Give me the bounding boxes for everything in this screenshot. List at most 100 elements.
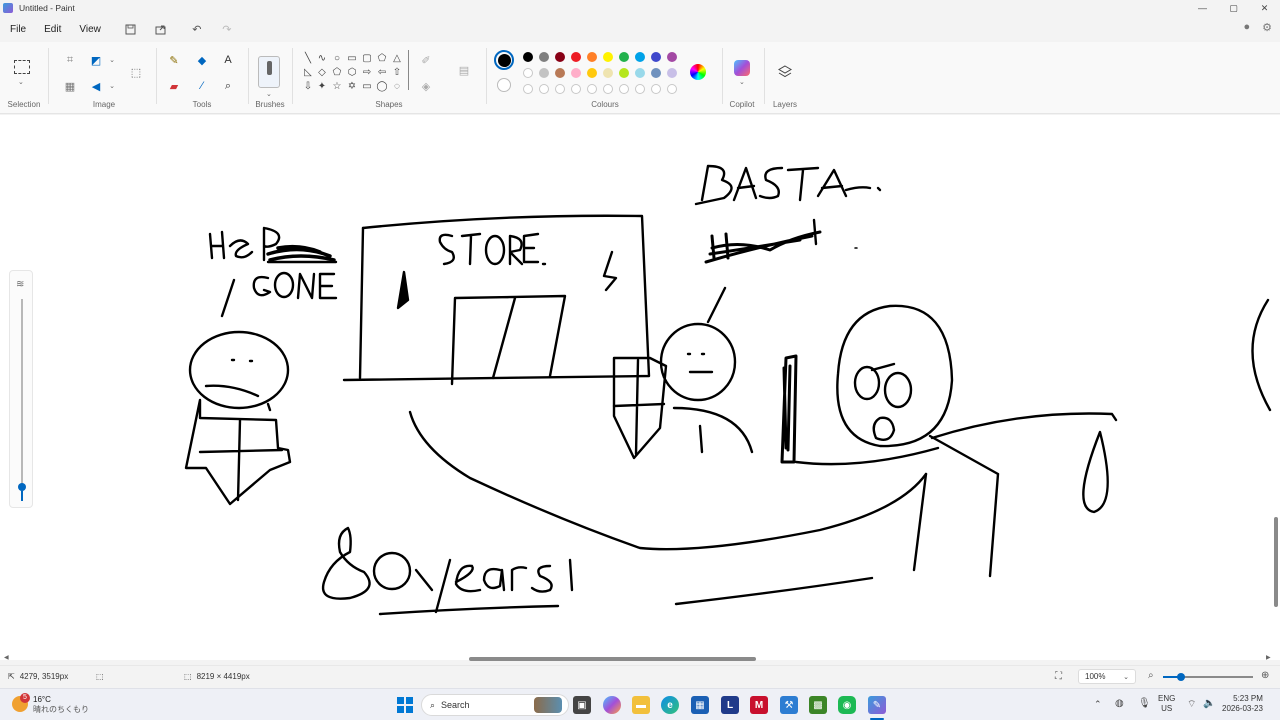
callout-cloud-icon[interactable]: ◌ — [391, 80, 403, 92]
taskbar-search[interactable]: ⌕ Search — [421, 694, 569, 716]
palette-swatch[interactable] — [651, 52, 661, 62]
palette-swatch[interactable] — [539, 52, 549, 62]
left-arrow-shape-icon[interactable]: ⇦ — [376, 66, 388, 78]
rounded-rect-shape-icon[interactable]: ▢ — [361, 52, 373, 64]
zoom-pane-track[interactable] — [21, 299, 23, 501]
palette-swatch[interactable] — [651, 68, 661, 78]
diamond-shape-icon[interactable]: ◇ — [316, 66, 328, 78]
custom-colour-slot[interactable] — [619, 84, 629, 94]
custom-colour-slot[interactable] — [555, 84, 565, 94]
clock[interactable]: 5:23 PM 2026-03-23 — [1222, 694, 1263, 714]
tool-app-icon[interactable]: ⚒ — [780, 696, 798, 714]
hexagon-shape-icon[interactable]: ⬡ — [346, 66, 358, 78]
save-icon[interactable] — [124, 22, 138, 36]
selection-rect-icon[interactable] — [14, 60, 30, 74]
four-point-star-icon[interactable]: ✦ — [316, 80, 328, 92]
edge-icon[interactable]: e — [661, 696, 679, 714]
triangle-shape-icon[interactable]: △ — [391, 52, 403, 64]
zoom-slider-knob[interactable] — [1177, 673, 1185, 681]
zoom-pane-icon[interactable]: ≋ — [16, 279, 24, 290]
zoom-in-icon[interactable]: ⊕ — [1261, 670, 1269, 681]
custom-colour-slot[interactable] — [523, 84, 533, 94]
custom-colour-slot[interactable] — [651, 84, 661, 94]
shape-size-icon[interactable]: ▤ — [456, 62, 472, 78]
palette-swatch[interactable] — [587, 68, 597, 78]
horizontal-scrollbar[interactable] — [469, 657, 756, 661]
palette-swatch[interactable] — [555, 52, 565, 62]
start-icon[interactable] — [397, 697, 413, 713]
up-arrow-shape-icon[interactable]: ⇧ — [391, 66, 403, 78]
callout-rect-icon[interactable]: ▭ — [361, 80, 373, 92]
volume-icon[interactable]: 🔈 — [1203, 698, 1215, 709]
custom-colour-slot[interactable] — [587, 84, 597, 94]
outline-icon[interactable]: ✐ — [418, 52, 434, 68]
custom-colour-slot[interactable] — [635, 84, 645, 94]
minecraft-icon[interactable]: ▩ — [809, 696, 827, 714]
pentagon-shape-icon[interactable]: ⬠ — [331, 66, 343, 78]
five-point-star-icon[interactable]: ☆ — [331, 80, 343, 92]
drawing-canvas[interactable]: ≋ — [0, 115, 1280, 660]
palette-swatch[interactable] — [587, 52, 597, 62]
account-icon[interactable]: ● — [1243, 21, 1250, 34]
custom-colour-slot[interactable] — [667, 84, 677, 94]
edit-colors-icon[interactable] — [690, 64, 706, 80]
scroll-right-icon[interactable]: ▶ — [1266, 654, 1271, 661]
chevron-down-icon[interactable]: ⌄ — [18, 78, 24, 86]
redo-icon[interactable]: ↷ — [220, 22, 234, 36]
primary-color-selector[interactable] — [494, 50, 514, 70]
palette-swatch[interactable] — [555, 68, 565, 78]
image-select-icon[interactable]: ⬚ — [128, 64, 144, 80]
undo-icon[interactable]: ↶ — [190, 22, 204, 36]
custom-colour-slot[interactable] — [539, 84, 549, 94]
maximize-button[interactable]: ▢ — [1218, 0, 1249, 16]
zoom-level-select[interactable]: 100% ⌄ — [1078, 669, 1136, 684]
palette-swatch[interactable] — [539, 68, 549, 78]
secondary-color-selector[interactable] — [497, 78, 511, 92]
l-app-icon[interactable]: L — [721, 696, 739, 714]
rotate-chevron-icon[interactable]: ⌄ — [104, 78, 120, 94]
menu-edit[interactable]: Edit — [35, 24, 70, 35]
weather-widget[interactable]: 16°C 晴れのちくもり — [33, 695, 89, 715]
remove-background-icon[interactable]: ▦ — [62, 78, 78, 94]
tray-overflow-icon[interactable]: ⌃ — [1094, 699, 1102, 710]
eraser-icon[interactable]: ▰ — [166, 78, 182, 94]
zoom-pane-thumb[interactable] — [18, 483, 26, 491]
game-app-icon[interactable]: ◉ — [838, 696, 856, 714]
drawing-layer[interactable] — [0, 115, 1280, 660]
rectangle-shape-icon[interactable]: ▭ — [346, 52, 358, 64]
callout-oval-icon[interactable]: ◯ — [376, 80, 388, 92]
store-app-icon[interactable]: ▦ — [691, 696, 709, 714]
custom-colour-slot[interactable] — [571, 84, 581, 94]
palette-swatch[interactable] — [523, 52, 533, 62]
language-indicator[interactable]: ENG US — [1158, 694, 1175, 714]
palette-swatch[interactable] — [667, 68, 677, 78]
fit-to-window-icon[interactable]: ⛶ — [1055, 671, 1062, 682]
shape-fill-icon[interactable]: ◈ — [418, 78, 434, 94]
custom-colour-slot[interactable] — [603, 84, 613, 94]
palette-swatch[interactable] — [603, 68, 613, 78]
mcafee-icon[interactable]: M — [750, 696, 768, 714]
oval-shape-icon[interactable]: ○ — [331, 52, 343, 64]
palette-swatch[interactable] — [635, 52, 645, 62]
palette-swatch[interactable] — [523, 68, 533, 78]
six-point-star-icon[interactable]: ✡ — [346, 80, 358, 92]
file-explorer-icon[interactable]: ▬ — [632, 696, 650, 714]
copilot-chevron-icon[interactable]: ⌄ — [739, 78, 745, 86]
palette-swatch[interactable] — [635, 68, 645, 78]
vertical-scrollbar[interactable] — [1274, 517, 1278, 607]
close-button[interactable]: ✕ — [1249, 0, 1280, 16]
zoom-out-icon[interactable]: ⌕ — [1148, 670, 1154, 681]
menu-file[interactable]: File — [0, 24, 35, 35]
fill-icon[interactable]: ◆ — [194, 52, 210, 68]
microphone-icon[interactable]: 🎙 — [1138, 698, 1151, 709]
copilot-taskbar-icon[interactable] — [603, 696, 621, 714]
down-arrow-shape-icon[interactable]: ⇩ — [302, 80, 314, 92]
curve-shape-icon[interactable]: ∿ — [316, 52, 328, 64]
palette-swatch[interactable] — [571, 68, 581, 78]
palette-swatch[interactable] — [619, 52, 629, 62]
menu-view[interactable]: View — [70, 24, 110, 35]
resize-icon[interactable]: ◩ — [88, 52, 104, 68]
scroll-left-icon[interactable]: ◀ — [4, 654, 9, 661]
polygon-shape-icon[interactable]: ⬠ — [376, 52, 388, 64]
brush-icon[interactable] — [258, 56, 280, 88]
